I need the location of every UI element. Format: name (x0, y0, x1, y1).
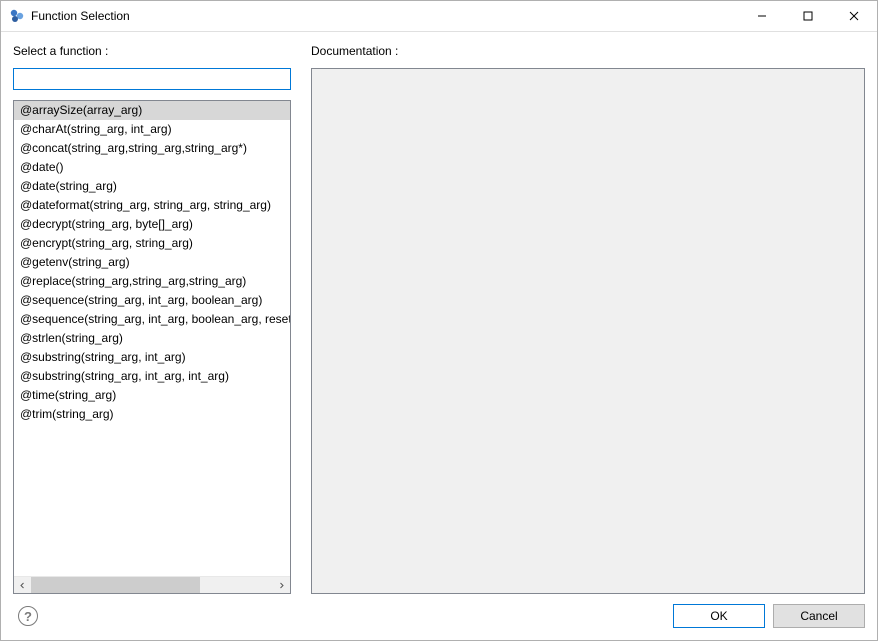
select-function-label: Select a function : (13, 44, 291, 58)
maximize-button[interactable] (785, 1, 831, 31)
documentation-panel: Documentation : (311, 44, 865, 594)
app-icon (9, 8, 25, 24)
search-input[interactable] (13, 68, 291, 90)
list-item[interactable]: @strlen(string_arg) (14, 329, 290, 348)
list-item[interactable]: @date(string_arg) (14, 177, 290, 196)
scrollbar-thumb[interactable] (31, 577, 200, 593)
list-item[interactable]: @arraySize(array_arg) (14, 101, 290, 120)
minimize-button[interactable] (739, 1, 785, 31)
dialog-content: Select a function : @arraySize(array_arg… (1, 32, 877, 640)
function-list[interactable]: @arraySize(array_arg)@charAt(string_arg,… (14, 101, 290, 576)
list-item[interactable]: @sequence(string_arg, int_arg, boolean_a… (14, 310, 290, 329)
list-item[interactable]: @time(string_arg) (14, 386, 290, 405)
list-item[interactable]: @charAt(string_arg, int_arg) (14, 120, 290, 139)
list-item[interactable]: @dateformat(string_arg, string_arg, stri… (14, 196, 290, 215)
list-item[interactable]: @decrypt(string_arg, byte[]_arg) (14, 215, 290, 234)
documentation-content (311, 68, 865, 594)
list-item[interactable]: @substring(string_arg, int_arg, int_arg) (14, 367, 290, 386)
help-icon[interactable]: ? (18, 606, 38, 626)
button-row: ? OK Cancel (1, 594, 877, 640)
documentation-label: Documentation : (311, 44, 865, 58)
close-button[interactable] (831, 1, 877, 31)
list-item[interactable]: @concat(string_arg,string_arg,string_arg… (14, 139, 290, 158)
scroll-left-arrow-icon[interactable] (14, 577, 31, 593)
list-item[interactable]: @encrypt(string_arg, string_arg) (14, 234, 290, 253)
scrollbar-track[interactable] (31, 577, 273, 593)
horizontal-scrollbar[interactable] (14, 576, 290, 593)
list-item[interactable]: @sequence(string_arg, int_arg, boolean_a… (14, 291, 290, 310)
titlebar: Function Selection (1, 1, 877, 32)
list-item[interactable]: @replace(string_arg,string_arg,string_ar… (14, 272, 290, 291)
window-controls (739, 1, 877, 31)
list-item[interactable]: @getenv(string_arg) (14, 253, 290, 272)
window-title: Function Selection (31, 9, 739, 23)
scroll-right-arrow-icon[interactable] (273, 577, 290, 593)
cancel-button[interactable]: Cancel (773, 604, 865, 628)
list-item[interactable]: @date() (14, 158, 290, 177)
list-item[interactable]: @substring(string_arg, int_arg) (14, 348, 290, 367)
function-list-panel: Select a function : @arraySize(array_arg… (13, 44, 291, 594)
ok-button[interactable]: OK (673, 604, 765, 628)
list-item[interactable]: @trim(string_arg) (14, 405, 290, 424)
function-list-container: @arraySize(array_arg)@charAt(string_arg,… (13, 100, 291, 594)
